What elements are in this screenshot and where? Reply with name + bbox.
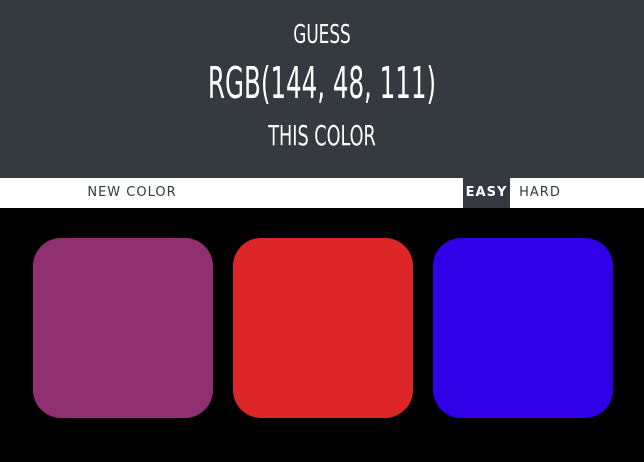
- rgb-display: RGB(144, 48, 111): [207, 58, 437, 109]
- header: GUESS RGB(144, 48, 111) THIS COLOR: [0, 0, 644, 178]
- color-square-1[interactable]: [33, 238, 213, 418]
- control-stripe: NEW COLOR EASY HARD: [0, 178, 644, 208]
- this-color-label: THIS COLOR: [268, 119, 376, 152]
- new-color-button[interactable]: NEW COLOR: [80, 178, 184, 208]
- color-square-2[interactable]: [233, 238, 413, 418]
- color-square-3[interactable]: [433, 238, 613, 418]
- hard-mode-button[interactable]: HARD: [515, 178, 565, 208]
- easy-mode-button[interactable]: EASY: [463, 178, 510, 208]
- guess-label: GUESS: [293, 20, 351, 50]
